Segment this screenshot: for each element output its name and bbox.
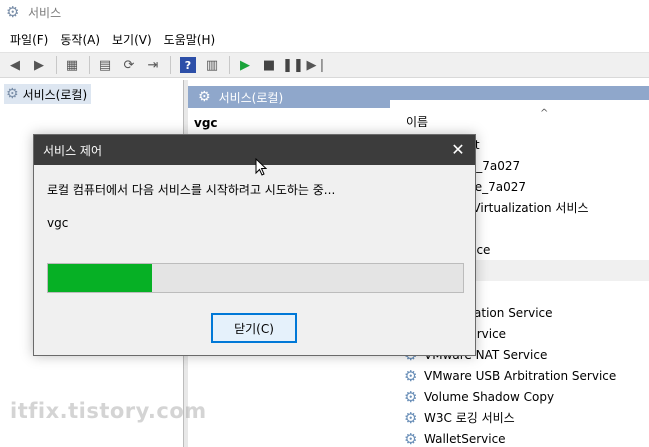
menu-help[interactable]: 도움말(H) [158, 29, 222, 50]
selected-service-name: vgc [194, 116, 218, 130]
toolbar-separator [170, 56, 171, 74]
detail-view-icon[interactable]: ▥ [201, 54, 223, 76]
service-row[interactable]: ⚙ WalletService [390, 428, 649, 447]
stop-icon[interactable]: ■ [258, 54, 280, 76]
pause-icon[interactable]: ❚❚ [282, 54, 304, 76]
dialog-service-name: vgc [47, 216, 69, 230]
toolbar-separator [229, 56, 230, 74]
tree-item-label: 서비스(로컬) [22, 87, 88, 102]
service-row[interactable]: ⚙ VMware USB Arbitration Service [390, 365, 649, 386]
progress-bar [47, 263, 464, 293]
export-icon[interactable]: ⇥ [142, 54, 164, 76]
menu-bar: 파일(F) 동작(A) 보기(V) 도움말(H) [0, 28, 649, 50]
back-icon[interactable]: ◀ [4, 54, 26, 76]
service-name: VMware USB Arbitration Service [424, 368, 617, 383]
column-header-label: 이름 [406, 114, 429, 129]
progress-fill [48, 264, 152, 292]
service-row[interactable]: ⚙ W3C 로깅 서비스 [390, 407, 649, 428]
service-gear-icon: ⚙ [404, 408, 418, 427]
service-name: W3C 로깅 서비스 [424, 411, 515, 425]
service-name: Volume Shadow Copy [424, 389, 555, 404]
services-gear-icon: ⚙ [6, 3, 20, 21]
pane-header-label: 서비스(로컬) [218, 90, 284, 105]
service-gear-icon: ⚙ [404, 366, 418, 385]
gear-icon: ⚙ [6, 86, 19, 102]
close-icon[interactable]: ✕ [449, 141, 467, 159]
sort-arrow-icon: ^ [540, 108, 549, 119]
service-row[interactable]: ⚙ Volume Shadow Copy [390, 386, 649, 407]
dialog-message: 로컬 컴퓨터에서 다음 서비스를 시작하려고 시도하는 중... [47, 183, 336, 197]
service-gear-icon: ⚙ [404, 429, 418, 447]
refresh-icon[interactable]: ⟳ [118, 54, 140, 76]
close-button[interactable]: 닫기(C) [211, 313, 297, 343]
title-bar: ⚙ 서비스 [0, 0, 649, 24]
tree-item-services-local[interactable]: ⚙ 서비스(로컬) [4, 84, 92, 104]
toolbar: ◀ ▶ ▦ ▤ ⟳ ⇥ ? ▥ ▶ ■ ❚❚ ▶❘ [0, 52, 649, 78]
forward-icon[interactable]: ▶ [28, 54, 50, 76]
mouse-cursor-icon [255, 158, 267, 176]
properties-icon[interactable]: ▤ [94, 54, 116, 76]
restart-icon[interactable]: ▶❘ [306, 54, 328, 76]
toolbar-separator [56, 56, 57, 74]
service-name: WalletService [424, 431, 506, 446]
help-icon[interactable]: ? [180, 57, 196, 73]
gear-icon: ⚙ [198, 89, 211, 105]
toolbar-separator [89, 56, 90, 74]
column-header-name[interactable]: 이름 [390, 110, 649, 132]
watermark: itfix.tistory.com [10, 399, 207, 423]
console-tree-icon[interactable]: ▦ [61, 54, 83, 76]
start-icon[interactable]: ▶ [234, 54, 256, 76]
menu-view[interactable]: 보기(V) [106, 29, 158, 50]
dialog-title: 서비스 제어 [43, 143, 103, 158]
menu-file[interactable]: 파일(F) [4, 29, 54, 50]
menu-action[interactable]: 동작(A) [54, 29, 106, 50]
window-title: 서비스 [28, 5, 62, 20]
service-gear-icon: ⚙ [404, 387, 418, 406]
